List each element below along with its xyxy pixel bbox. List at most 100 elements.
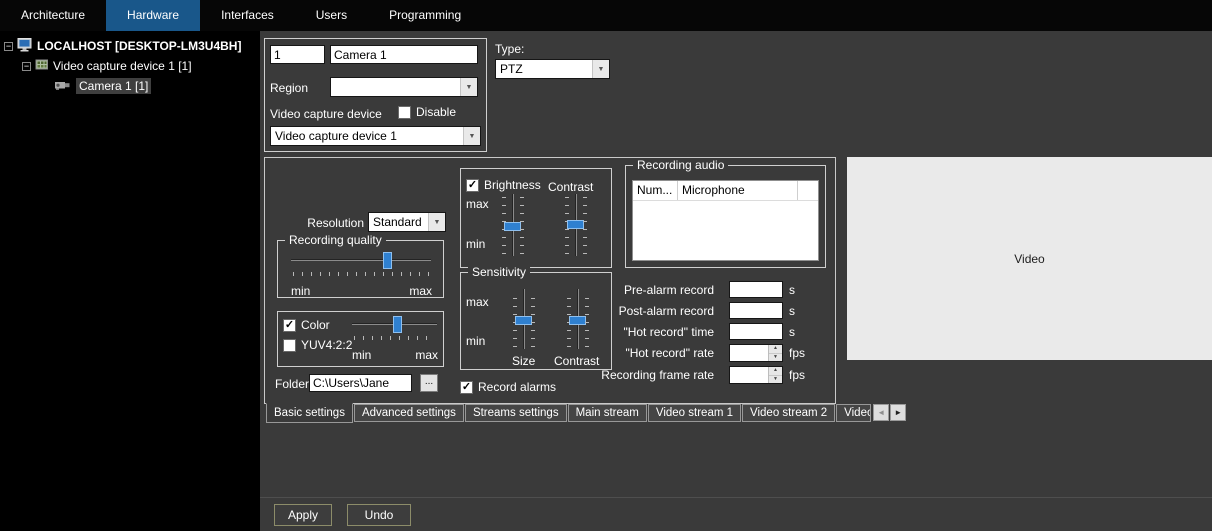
camera-icon	[54, 79, 72, 94]
tab-scroll-left-icon[interactable]: ◄	[873, 404, 889, 421]
record-alarms-label: Record alarms	[478, 380, 556, 394]
tab-hardware[interactable]: Hardware	[106, 0, 200, 31]
collapse-icon[interactable]: −	[4, 42, 13, 51]
tab-scroll-right-icon[interactable]: ►	[890, 404, 906, 421]
tab-main-stream[interactable]: Main stream	[568, 404, 647, 422]
chevron-down-icon: ▼	[428, 213, 445, 231]
brightness-slider[interactable]	[500, 194, 526, 256]
tab-basic-settings[interactable]: Basic settings	[266, 403, 353, 423]
post-alarm-input[interactable]	[729, 302, 783, 319]
region-label: Region	[270, 81, 308, 95]
hot-record-rate-stepper[interactable]: ▲ ▼	[729, 344, 783, 362]
spinner-down-icon[interactable]: ▼	[769, 354, 782, 362]
recording-audio-title: Recording audio	[633, 158, 728, 172]
slider-thumb[interactable]	[504, 222, 521, 231]
pre-alarm-unit: s	[789, 283, 795, 297]
audio-col-num[interactable]: Num...	[633, 181, 678, 200]
tab-architecture[interactable]: Architecture	[0, 0, 106, 31]
resolution-label: Resolution	[282, 216, 364, 230]
min-label: min	[466, 334, 485, 348]
contrast-slider[interactable]	[563, 194, 589, 256]
checkbox-box: ✓	[466, 179, 479, 192]
color-slider[interactable]	[352, 315, 437, 341]
tab-interfaces[interactable]: Interfaces	[200, 0, 295, 31]
tab-streams-settings[interactable]: Streams settings	[465, 404, 567, 422]
post-alarm-label: Post-alarm record	[554, 304, 714, 318]
max-label: max	[404, 284, 432, 298]
checkbox-box	[283, 339, 296, 352]
chevron-down-icon: ▼	[463, 127, 480, 145]
spinner-up-icon[interactable]: ▲	[769, 345, 782, 354]
min-label: min	[291, 284, 310, 298]
capture-device-select[interactable]: Video capture device 1 ▼	[270, 126, 481, 146]
region-select[interactable]: ▼	[330, 77, 478, 97]
color-checkbox[interactable]: ✓ Color	[283, 318, 330, 332]
color-label: Color	[301, 318, 330, 332]
capture-device-label: Video capture device	[270, 107, 382, 121]
tree-item-localhost[interactable]: − LOCALHOST [DESKTOP-LM3U4BH]	[0, 37, 260, 55]
pre-alarm-label: Pre-alarm record	[554, 283, 714, 297]
settings-tab-strip: Basic settings Advanced settings Streams…	[266, 404, 906, 423]
slider-thumb[interactable]	[383, 252, 392, 269]
undo-button[interactable]: Undo	[347, 504, 411, 526]
max-label: max	[410, 348, 438, 362]
folder-input[interactable]	[309, 374, 412, 392]
spinner: ▲ ▼	[768, 345, 782, 361]
yuv-checkbox[interactable]: YUV4:2:2	[283, 338, 352, 352]
sensitivity-contrast-slider[interactable]	[565, 289, 591, 349]
bottom-divider	[260, 497, 1212, 498]
tab-users[interactable]: Users	[295, 0, 368, 31]
type-select[interactable]: PTZ ▼	[495, 59, 610, 79]
folder-label: Folder	[275, 377, 309, 391]
hot-record-time-input[interactable]	[729, 323, 783, 340]
audio-table-header: Num... Microphone	[633, 181, 818, 201]
browse-button[interactable]: ...	[420, 374, 438, 392]
min-label: min	[352, 348, 371, 362]
slider-thumb[interactable]	[567, 220, 584, 229]
recording-frame-rate-stepper[interactable]: ▲ ▼	[729, 366, 783, 384]
brightness-checkbox[interactable]: ✓ Brightness	[466, 178, 541, 192]
tab-video[interactable]: Video	[836, 404, 871, 422]
recording-frame-rate-input[interactable]	[730, 367, 768, 383]
checkbox-box	[398, 106, 411, 119]
slider-thumb[interactable]	[515, 316, 532, 325]
recording-quality-slider[interactable]	[291, 251, 431, 277]
contrast-label: Contrast	[548, 180, 593, 194]
max-label: max	[466, 295, 489, 309]
hot-record-time-label: "Hot record" time	[554, 325, 714, 339]
max-label: max	[466, 197, 489, 211]
sensitivity-size-slider[interactable]	[511, 289, 537, 349]
tab-advanced-settings[interactable]: Advanced settings	[354, 404, 464, 422]
tab-programming[interactable]: Programming	[368, 0, 482, 31]
disable-label: Disable	[416, 105, 456, 119]
size-label: Size	[512, 354, 535, 368]
tree-item-capture-device[interactable]: − Video capture device 1 [1]	[0, 57, 260, 75]
hot-record-rate-input[interactable]	[730, 345, 768, 361]
collapse-icon[interactable]: −	[22, 62, 31, 71]
record-alarms-checkbox[interactable]: ✓ Record alarms	[460, 380, 556, 394]
spinner: ▲ ▼	[768, 367, 782, 383]
apply-button[interactable]: Apply	[274, 504, 332, 526]
audio-table[interactable]: Num... Microphone	[632, 180, 819, 261]
tree-item-camera[interactable]: Camera 1 [1]	[0, 77, 260, 95]
spinner-down-icon[interactable]: ▼	[769, 376, 782, 384]
chevron-down-icon: ▼	[592, 60, 609, 78]
post-alarm-unit: s	[789, 304, 795, 318]
checkbox-box: ✓	[460, 381, 473, 394]
video-preview-label: Video	[1014, 252, 1044, 266]
resolution-select[interactable]: Standard ▼	[368, 212, 446, 232]
audio-col-microphone[interactable]: Microphone	[678, 181, 798, 200]
camera-name-input[interactable]	[330, 45, 478, 64]
min-label: min	[466, 237, 485, 251]
tab-video-stream-1[interactable]: Video stream 1	[648, 404, 741, 422]
tab-video-stream-2[interactable]: Video stream 2	[742, 404, 835, 422]
camera-number-input[interactable]	[270, 45, 325, 64]
hot-record-time-unit: s	[789, 325, 795, 339]
capture-device-icon	[35, 58, 49, 74]
disable-checkbox[interactable]: Disable	[398, 105, 456, 119]
video-preview-panel: Video	[847, 157, 1212, 360]
pre-alarm-input[interactable]	[729, 281, 783, 298]
spinner-up-icon[interactable]: ▲	[769, 367, 782, 376]
type-label: Type:	[495, 42, 524, 56]
slider-thumb[interactable]	[393, 316, 402, 333]
